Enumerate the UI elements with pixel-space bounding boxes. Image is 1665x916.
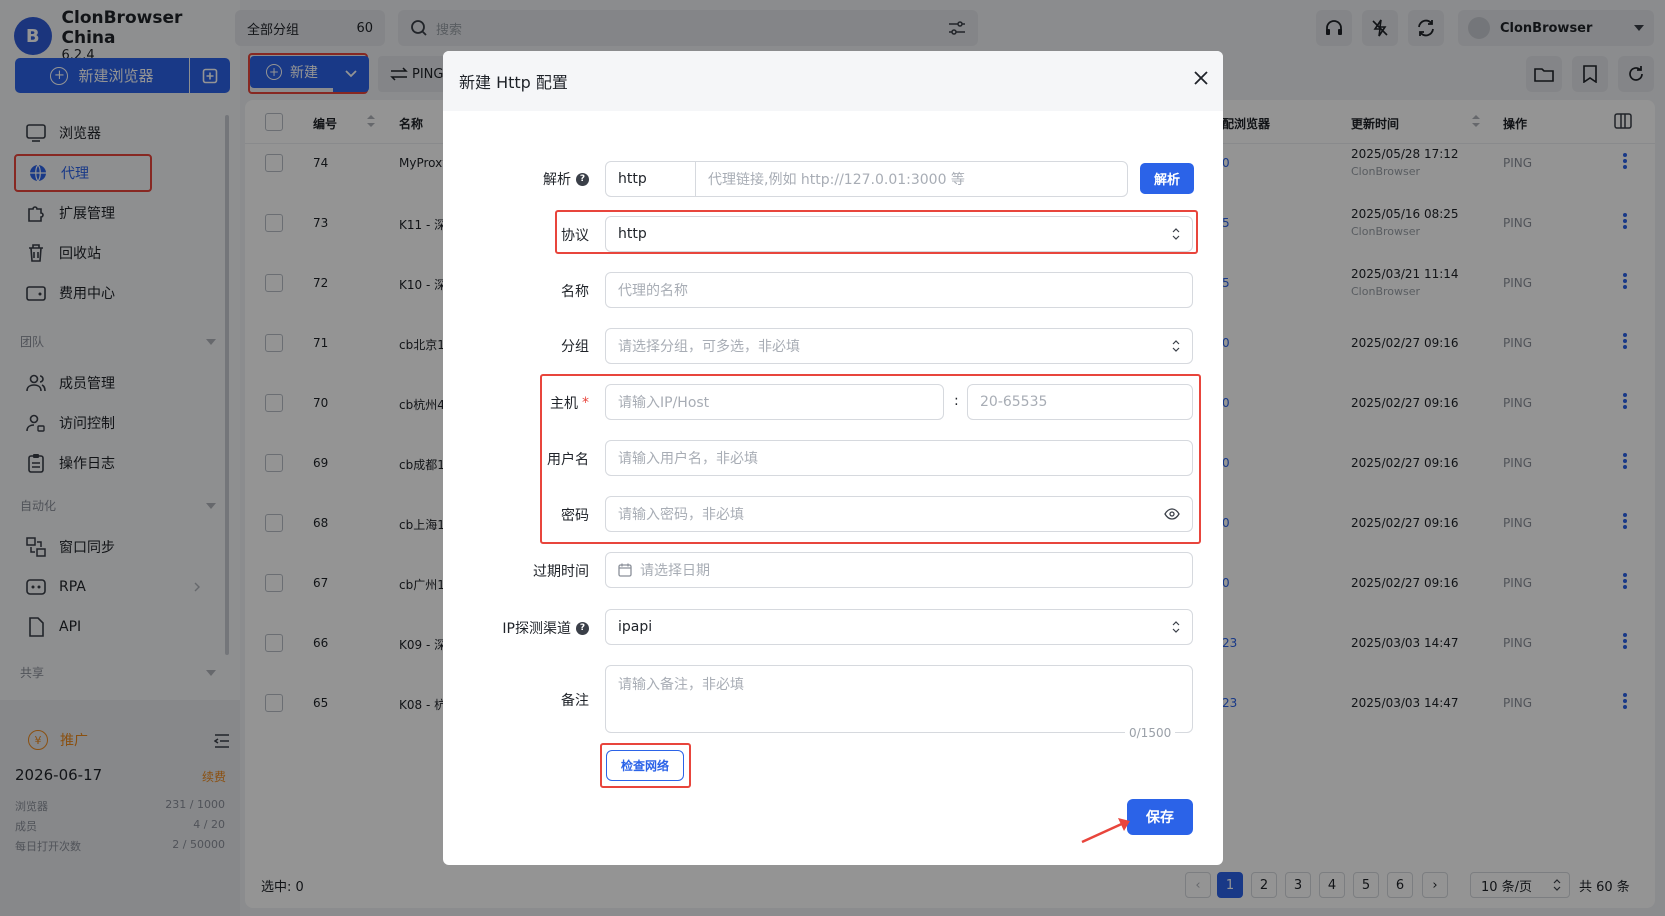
password-label: 密码 bbox=[561, 508, 589, 524]
password-input[interactable]: 请输入密码，非必填 bbox=[605, 496, 1193, 532]
expire-date-picker[interactable]: 请选择日期 bbox=[605, 552, 1193, 588]
parse-scheme-input[interactable]: http bbox=[605, 161, 696, 197]
ip-channel-select[interactable]: ipapi bbox=[605, 609, 1193, 645]
dialog-header: 新建 Http 配置 bbox=[443, 51, 1223, 111]
username-label: 用户名 bbox=[547, 452, 589, 468]
new-http-config-dialog: 新建 Http 配置 解析 ? http 代理链接,例如 http://127.… bbox=[443, 51, 1223, 865]
dialog-title: 新建 Http 配置 bbox=[459, 73, 568, 92]
expire-label: 过期时间 bbox=[533, 564, 589, 580]
close-icon[interactable] bbox=[1194, 71, 1208, 85]
ip-channel-label: IP探测渠道 ? bbox=[502, 618, 589, 638]
select-arrows-icon bbox=[1172, 340, 1180, 352]
protocol-select[interactable]: http bbox=[605, 216, 1193, 252]
host-label: 主机 * bbox=[550, 395, 589, 412]
eye-icon[interactable] bbox=[1164, 508, 1180, 520]
group-select[interactable]: 请选择分组，可多选，非必填 bbox=[605, 328, 1193, 364]
name-input[interactable]: 代理的名称 bbox=[605, 272, 1193, 308]
select-arrows-icon bbox=[1172, 228, 1180, 240]
check-network-button[interactable]: 检查网络 bbox=[606, 750, 684, 781]
select-arrows-icon bbox=[1172, 621, 1180, 633]
port-input[interactable]: 20-65535 bbox=[967, 384, 1193, 420]
note-char-counter: 0/1500 bbox=[1125, 726, 1176, 740]
host-input[interactable]: 请输入IP/Host bbox=[605, 384, 944, 420]
name-label: 名称 bbox=[561, 284, 589, 300]
protocol-label: 协议 bbox=[561, 228, 589, 244]
help-icon[interactable]: ? bbox=[576, 621, 589, 635]
pointer-arrow-icon bbox=[1081, 818, 1130, 844]
note-label: 备注 bbox=[561, 693, 589, 709]
help-icon[interactable]: ? bbox=[576, 172, 589, 186]
parse-label: 解析 ? bbox=[543, 169, 589, 189]
parse-url-input[interactable]: 代理链接,例如 http://127.0.01:3000 等 bbox=[695, 161, 1128, 197]
note-textarea[interactable]: 请输入备注，非必填 bbox=[605, 665, 1193, 733]
username-input[interactable]: 请输入用户名，非必填 bbox=[605, 440, 1193, 476]
parse-button[interactable]: 解析 bbox=[1140, 163, 1194, 194]
calendar-icon bbox=[618, 563, 632, 577]
group-label: 分组 bbox=[561, 339, 589, 355]
host-port-separator: : bbox=[954, 393, 959, 409]
